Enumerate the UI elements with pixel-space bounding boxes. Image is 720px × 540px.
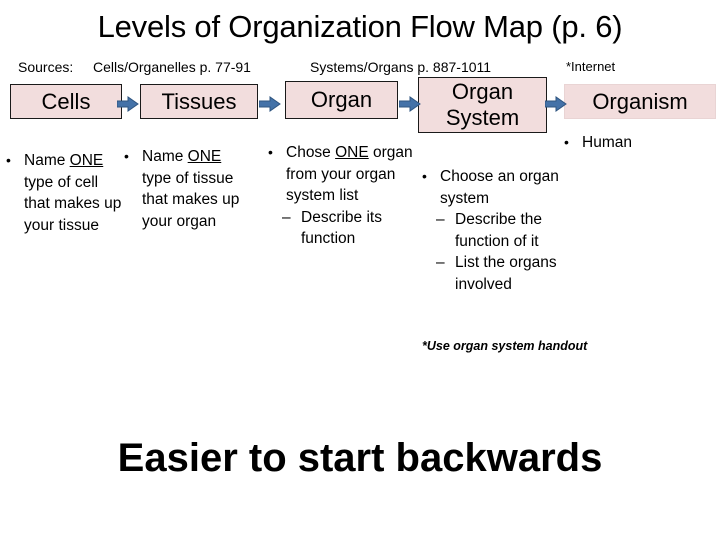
bullet-text-part1: Name bbox=[24, 152, 70, 169]
sub-bullet-text: List the organs involved bbox=[455, 254, 557, 293]
bullet-column-organ-system: • Choose an organ system – Describe the … bbox=[422, 166, 587, 295]
list-item: • Name ONE type of cell that makes up yo… bbox=[6, 150, 124, 236]
page-title: Levels of Organization Flow Map (p. 6) bbox=[97, 9, 623, 44]
flow-box-cells[interactable]: Cells bbox=[10, 84, 122, 119]
bottom-heading: Easier to start backwards bbox=[117, 436, 603, 480]
bullet-column-organism: • Human bbox=[564, 132, 714, 154]
sub-list-item: – Describe its function bbox=[268, 207, 413, 250]
bullet-column-cells: • Name ONE type of cell that makes up yo… bbox=[6, 150, 124, 236]
emphasis-one: ONE bbox=[69, 152, 104, 169]
bullet-column-tissues: • Name ONE type of tissue that makes up … bbox=[124, 146, 246, 232]
sub-list-item: – Describe the function of it bbox=[422, 209, 587, 252]
bullet-text: Name ONE type of tissue that makes up yo… bbox=[142, 146, 246, 232]
flow-box-tissues[interactable]: Tissues bbox=[140, 84, 258, 119]
sub-bullet-text: Describe the function of it bbox=[455, 211, 543, 250]
source-cells-organelles: Cells/Organelles p. 77-91 bbox=[93, 59, 251, 75]
bullet-text-part2: type of cell that makes up your tissue bbox=[24, 173, 122, 234]
bullet-text: Chose ONE organ from your organ system l… bbox=[286, 142, 413, 207]
right-arrow-icon bbox=[259, 96, 281, 112]
source-systems-organs: Systems/Organs p. 887-1011 bbox=[310, 59, 492, 75]
sources-label: Sources: bbox=[18, 59, 74, 75]
bullet-dot-icon: • bbox=[422, 168, 427, 184]
bullet-text: Name ONE type of cell that makes up your… bbox=[24, 150, 124, 236]
sub-bullet-text: Describe its function bbox=[301, 208, 382, 248]
list-item: • Choose an organ system bbox=[422, 166, 587, 209]
list-item: • Chose ONE organ from your organ system… bbox=[268, 142, 413, 207]
bullet-text: Choose an organ system bbox=[440, 168, 559, 207]
right-arrow-icon bbox=[399, 96, 421, 112]
sources-row: Sources: Cells/Organelles p. 77-91 Syste… bbox=[0, 58, 720, 78]
emphasis-one: ONE bbox=[335, 144, 369, 161]
bullet-text-part2: type of tissue that makes up your organ bbox=[142, 169, 240, 230]
bullet-dot-icon: • bbox=[124, 148, 129, 164]
bullet-text: Human bbox=[582, 134, 632, 151]
bullet-column-organ: • Chose ONE organ from your organ system… bbox=[268, 142, 413, 250]
list-item: • Name ONE type of tissue that makes up … bbox=[124, 146, 246, 232]
bullet-dot-icon: • bbox=[268, 144, 273, 160]
right-arrow-icon bbox=[117, 96, 139, 112]
bullet-dot-icon: • bbox=[564, 134, 569, 150]
sub-list-item: – List the organs involved bbox=[422, 252, 587, 295]
dash-marker-icon: – bbox=[436, 254, 445, 271]
right-arrow-icon bbox=[545, 96, 567, 112]
footnote-use-organ-system-handout: *Use organ system handout bbox=[422, 339, 588, 353]
bullet-dot-icon: • bbox=[6, 152, 11, 168]
slide-canvas: Levels of Organization Flow Map (p. 6) S… bbox=[0, 0, 720, 540]
flow-box-organism[interactable]: Organism bbox=[564, 84, 716, 119]
list-item: • Human bbox=[564, 132, 714, 154]
bullet-text-part1: Chose bbox=[286, 144, 336, 161]
dash-marker-icon: – bbox=[282, 208, 291, 226]
dash-marker-icon: – bbox=[436, 211, 445, 228]
emphasis-one: ONE bbox=[187, 148, 222, 165]
flow-box-organ[interactable]: Organ bbox=[285, 81, 398, 119]
bullet-text-part1: Name bbox=[142, 148, 188, 165]
source-internet: *Internet bbox=[566, 59, 616, 74]
flow-box-organ-system[interactable]: Organ System bbox=[418, 77, 547, 133]
